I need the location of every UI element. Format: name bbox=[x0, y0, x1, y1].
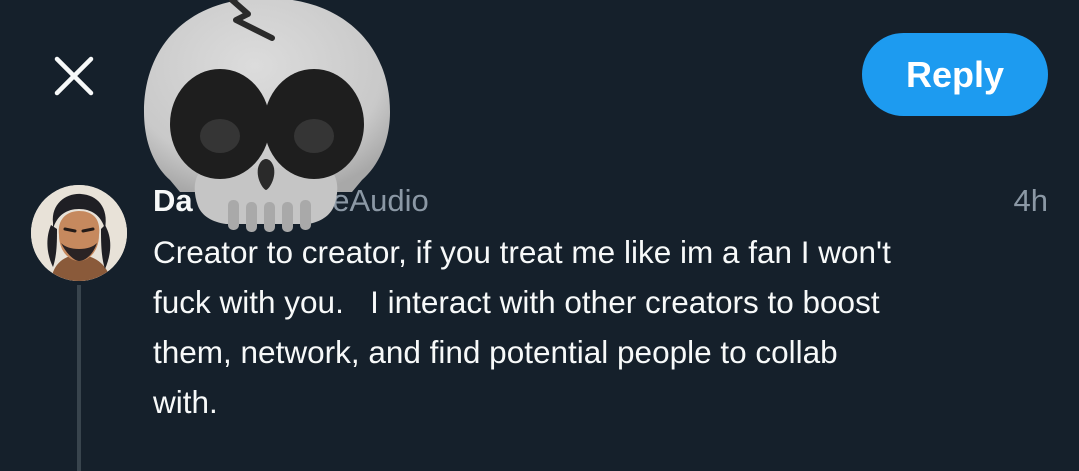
thread-line bbox=[77, 285, 81, 471]
avatar[interactable] bbox=[31, 185, 127, 281]
skull-emoji-icon bbox=[144, 0, 390, 232]
close-icon bbox=[54, 56, 94, 96]
close-button[interactable] bbox=[44, 46, 104, 106]
avatar-portrait-icon bbox=[31, 185, 127, 281]
tweet-timestamp[interactable]: 4h bbox=[1014, 181, 1048, 221]
tweet-text: Creator to creator, if you treat me like… bbox=[153, 234, 891, 420]
reply-button[interactable]: Reply bbox=[862, 33, 1048, 116]
